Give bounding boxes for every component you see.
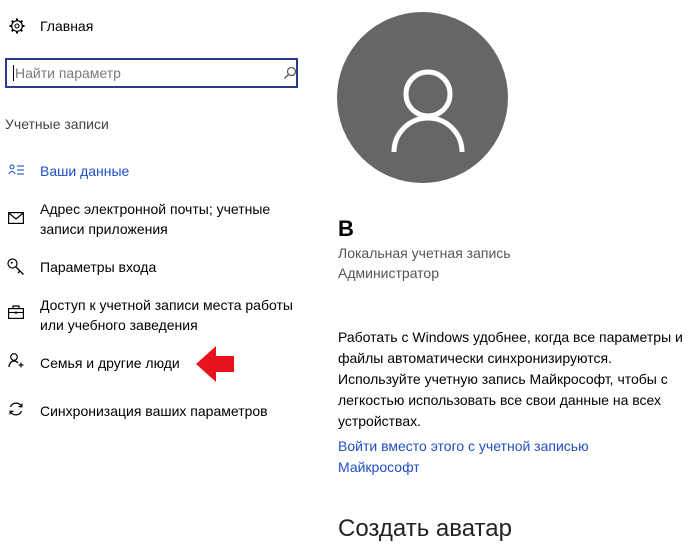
account-type: Локальная учетная запись [338, 245, 511, 261]
sync-info-text: Работать с Windows удобнее, когда все па… [338, 329, 683, 429]
sidebar-item-label: Адрес электронной почты; учетные записи … [40, 201, 271, 237]
sidebar-item-label: Доступ к учетной записи места работы или… [40, 297, 293, 333]
person-card-icon [8, 164, 24, 175]
microsoft-account-sign-in-link[interactable]: Войти вместо этого с учетной записью Май… [338, 436, 638, 478]
sidebar-item-label: Синхронизация ваших параметров [40, 403, 268, 419]
person-add-icon [8, 353, 24, 368]
briefcase-icon [8, 305, 24, 319]
section-title: Учетные записи [5, 116, 109, 132]
account-role: Администратор [338, 265, 440, 281]
search-icon[interactable] [283, 66, 297, 80]
search-box[interactable] [5, 58, 298, 88]
sidebar-item-label: Ваши данные [40, 163, 130, 179]
text-caret [13, 65, 14, 81]
sync-icon [9, 402, 23, 416]
profile-name: В [338, 216, 354, 241]
key-icon [7, 258, 24, 275]
mail-icon [8, 212, 24, 224]
sidebar-item-label: Семья и другие люди [40, 355, 180, 371]
home-label: Главная [40, 18, 94, 34]
red-arrow-annotation [196, 346, 234, 382]
gear-icon [9, 18, 25, 34]
sidebar-item-label: Параметры входа [40, 259, 157, 275]
search-input[interactable] [15, 60, 275, 86]
profile-avatar [337, 12, 508, 183]
create-avatar-heading: Создать аватар [338, 515, 512, 542]
person-icon [391, 69, 465, 153]
